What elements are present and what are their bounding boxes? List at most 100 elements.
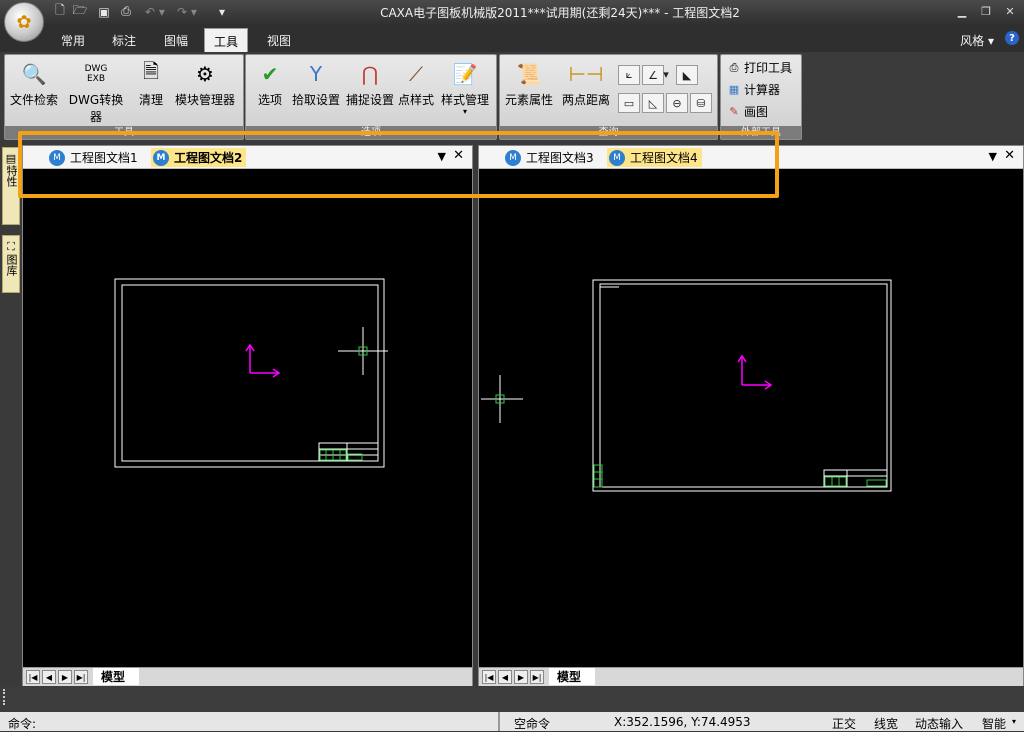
library-icon: ⛶	[7, 240, 15, 253]
smart-snap-toggle[interactable]: 智能	[982, 715, 1006, 732]
restore-icon[interactable]: ❐	[976, 3, 996, 19]
tab-common[interactable]: 常用	[52, 30, 94, 50]
document-pane-right: M 工程图文档3 M 工程图文档4 ▼ ✕ |◀ ◀ ▶ ▶| 模型	[478, 145, 1024, 687]
style-menu[interactable]: 风格 ▾	[960, 32, 994, 49]
properties-icon: ▤	[5, 152, 17, 165]
magnet-icon: ⋂	[361, 62, 379, 86]
side-tab-properties[interactable]: ▤ 特性	[2, 147, 20, 225]
model-tab[interactable]: 模型	[549, 668, 596, 685]
first-layout-icon[interactable]: |◀	[26, 670, 40, 684]
group-label-tools: 工具	[5, 126, 243, 139]
print-tool-button[interactable]: ⎙ 打印工具	[727, 59, 792, 76]
style-manager-button[interactable]: 📝 样式管理 ▾	[438, 59, 492, 116]
grip-icon[interactable]	[3, 689, 8, 705]
magnifier-icon: 🔍	[21, 62, 47, 86]
broom-icon: 🗎	[142, 59, 160, 83]
calculator-button[interactable]: ▦ 计算器	[727, 81, 780, 98]
first-layout-icon[interactable]: |◀	[482, 670, 496, 684]
centroid-query-icon[interactable]: ▭	[618, 93, 640, 113]
drawing-canvas-left[interactable]	[23, 169, 472, 667]
print-icon[interactable]: ⎙	[118, 4, 134, 19]
menu-tab-row	[0, 26, 1024, 52]
dwg-converter-button[interactable]: DWG EXB DWG转换器	[63, 59, 129, 125]
crosshair-cursor	[481, 375, 523, 423]
quick-access-dropdown-icon[interactable]: ▾	[214, 4, 230, 19]
drawing-canvas-right[interactable]	[479, 169, 1023, 667]
snap-settings-button[interactable]: ⋂ 捕捉设置	[344, 59, 396, 108]
pick-settings-button[interactable]: Y 拾取设置	[290, 59, 342, 108]
close-pane-icon[interactable]: ✕	[453, 148, 464, 163]
ortho-toggle[interactable]: 正交	[832, 715, 856, 732]
title-block	[823, 469, 888, 488]
tab-tools[interactable]: 工具	[204, 28, 249, 53]
purge-button[interactable]: 🗎 清理	[133, 59, 169, 108]
options-button[interactable]: ✔ 选项	[252, 59, 288, 108]
side-panel: ▤ 特性 ⛶ 图库	[0, 145, 20, 685]
close-pane-icon[interactable]: ✕	[1004, 148, 1015, 163]
moment-query-icon[interactable]: ⊖	[666, 93, 688, 113]
pane-dropdown-icon[interactable]: ▼	[438, 150, 446, 163]
brush-icon: ⟋	[409, 62, 423, 86]
tab-sheet[interactable]: 图幅	[155, 30, 197, 50]
command-prompt[interactable]: 命令:	[8, 715, 36, 732]
tab-annotate[interactable]: 标注	[103, 30, 145, 50]
prev-layout-icon[interactable]: ◀	[498, 670, 512, 684]
file-search-button[interactable]: 🔍 文件检索	[9, 59, 59, 108]
angle-query-icon[interactable]: ∠	[642, 65, 664, 85]
group-label-options: 选项	[246, 126, 496, 139]
two-point-distance-button[interactable]: ⊢⊣ 两点距离	[558, 59, 614, 108]
command-window[interactable]	[0, 686, 1024, 712]
minimize-icon[interactable]: ▁	[952, 3, 972, 19]
checkmark-icon: ✔	[261, 62, 279, 86]
next-layout-icon[interactable]: ▶	[514, 670, 528, 684]
style-manager-icon: 📝	[452, 62, 478, 86]
calculator-icon: ▦	[728, 83, 740, 96]
help-icon[interactable]: ?	[1005, 31, 1019, 45]
app-logo-icon[interactable]: ✿	[4, 2, 44, 42]
dynamic-input-toggle[interactable]: 动态输入	[915, 715, 963, 732]
system-query-icon[interactable]: ⛁	[690, 93, 712, 113]
dwg-exb-icon: DWG EXB	[84, 64, 108, 84]
caxa-doc-icon: M	[49, 149, 65, 166]
tab-document-2[interactable]: M 工程图文档2	[151, 148, 247, 167]
save-icon[interactable]: ▣	[96, 4, 112, 19]
paint-button[interactable]: ✎ 画图	[727, 103, 768, 120]
caxa-doc-icon: M	[505, 149, 521, 166]
tab-document-3[interactable]: M 工程图文档3	[503, 148, 598, 167]
tab-document-4[interactable]: M 工程图文档4	[607, 148, 702, 167]
ribbon-group-external-tools: ⎙ 打印工具 ▦ 计算器 ✎ 画图 外部工具	[720, 54, 802, 140]
close-window-icon[interactable]: ✕	[1000, 3, 1020, 19]
prev-layout-icon[interactable]: ◀	[42, 670, 56, 684]
open-folder-icon[interactable]: 🗁	[72, 3, 88, 19]
point-style-button[interactable]: ⟋ 点样式	[396, 59, 436, 108]
lineweight-toggle[interactable]: 线宽	[874, 715, 898, 732]
side-tab-library[interactable]: ⛶ 图库	[2, 235, 20, 293]
perimeter-query-icon[interactable]: ◺	[642, 93, 664, 113]
chevron-down-icon[interactable]: ▾	[662, 65, 670, 83]
ruler-icon: ⊢⊣	[568, 62, 604, 86]
point-coordinate-icon[interactable]: ⟀	[618, 65, 640, 85]
next-layout-icon[interactable]: ▶	[58, 670, 72, 684]
undo-icon[interactable]: ↶ ▾	[140, 4, 170, 19]
scroll-icon: 📜	[516, 62, 542, 86]
element-properties-button[interactable]: 📜 元素属性	[502, 59, 556, 108]
crosshair-cursor	[338, 327, 388, 375]
module-manager-button[interactable]: ⚙ 模块管理器	[171, 59, 239, 108]
command-state: 空命令	[514, 717, 551, 731]
status-menu-icon[interactable]: ▾	[1012, 717, 1016, 726]
chevron-down-icon[interactable]: ▾	[438, 108, 492, 116]
group-label-external-tools: 外部工具	[721, 126, 801, 139]
redo-icon[interactable]: ↷ ▾	[172, 4, 202, 19]
new-file-icon[interactable]: 🗋	[52, 3, 68, 19]
pane-dropdown-icon[interactable]: ▼	[989, 150, 997, 163]
paint-icon: ✎	[729, 105, 739, 118]
last-layout-icon[interactable]: ▶|	[530, 670, 544, 684]
tab-document-1[interactable]: M 工程图文档1	[47, 148, 142, 167]
last-layout-icon[interactable]: ▶|	[74, 670, 88, 684]
tab-view[interactable]: 视图	[258, 30, 300, 50]
document-tab-strip: M 工程图文档1 M 工程图文档2 ▼ ✕	[23, 146, 472, 169]
model-tab[interactable]: 模型	[93, 668, 140, 685]
caxa-doc-icon: M	[609, 149, 625, 166]
status-bar: 命令: 空命令 X:352.1596, Y:74.4953 正交 线宽 动态输入…	[0, 712, 1024, 731]
area-query-icon[interactable]: ◣	[676, 65, 698, 85]
